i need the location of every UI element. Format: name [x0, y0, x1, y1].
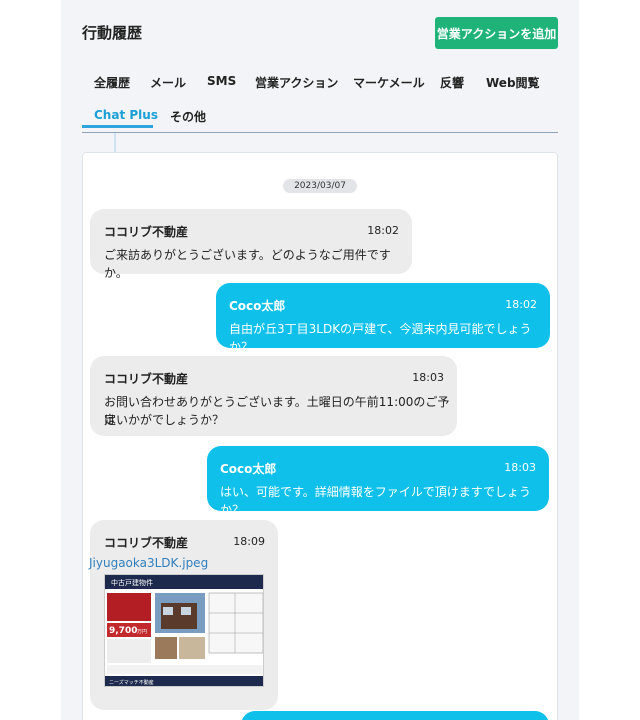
tab-response[interactable]: 反響: [440, 74, 464, 91]
add-sales-action-button[interactable]: 営業アクションを追加: [435, 17, 558, 49]
chat-message-incoming: ココリブ不動産 18:02 ご来訪ありがとうございます。どのようなご用件ですか。: [90, 209, 412, 280]
flyer-price: 9,700: [109, 626, 137, 636]
message-sender: ココリブ不動産: [104, 225, 189, 239]
activity-history-panel: 行動履歴 営業アクションを追加 全履歴 メール SMS 営業アクション マーケメ…: [61, 0, 579, 720]
tab-email[interactable]: メール: [150, 74, 186, 91]
chat-message-outgoing: Coco太郎 18:03 はい、可能です。詳細情報をファイルで頂けますでしょうか…: [207, 446, 549, 517]
message-sender: ココリブ不動産: [104, 372, 189, 386]
page-title: 行動履歴: [82, 24, 143, 42]
chat-message-outgoing: [241, 711, 549, 720]
flyer-heading: 中古戸建物件: [111, 578, 153, 587]
chat-message-incoming: ココリブ不動産 18:03 お問い合わせありがとうございます。土曜日の午前11:…: [90, 356, 457, 436]
tab-web-browsing[interactable]: Web閲覧: [486, 74, 540, 91]
attachment-file-link[interactable]: Jiyugaoka3LDK.jpeg: [89, 556, 208, 570]
date-separator: 2023/03/07: [283, 179, 357, 193]
message-text: はい、可能です。詳細情報をファイルで頂けますでしょうか？: [220, 485, 531, 517]
property-flyer-image[interactable]: 中古戸建物件 9,700 万円 ニーズマッチ不動産: [104, 574, 264, 687]
tab-sales-action[interactable]: 営業アクション: [255, 74, 338, 91]
message-time: 18:02: [505, 298, 537, 311]
message-text-line-2: はいかがでしょうか？: [104, 413, 225, 427]
message-sender: Coco太郎: [220, 462, 277, 476]
chat-message-outgoing: Coco太郎 18:02 自由が丘3丁目3LDKの戸建て、今週末内見可能でしょう…: [216, 283, 550, 354]
message-sender: Coco太郎: [229, 299, 286, 313]
tab-chat-plus[interactable]: Chat Plus: [94, 108, 158, 122]
tab-sms[interactable]: SMS: [207, 74, 236, 88]
flyer-company: ニーズマッチ不動産: [109, 679, 154, 686]
message-text: 自由が丘3丁目3LDKの戸建て、今週末内見可能でしょうか？: [229, 322, 532, 354]
active-tab-indicator: [82, 125, 153, 128]
flyer-price-unit: 万円: [137, 629, 147, 635]
message-sender: ココリブ不動産: [104, 536, 189, 550]
tab-all-history[interactable]: 全履歴: [94, 74, 130, 91]
tab-other[interactable]: その他: [170, 108, 206, 125]
message-time: 18:02: [367, 224, 399, 237]
message-text: ご来訪ありがとうございます。どのようなご用件ですか。: [104, 248, 391, 280]
message-time: 18:09: [233, 535, 265, 548]
message-time: 18:03: [412, 371, 444, 384]
tab-marketing-email[interactable]: マーケメール: [353, 74, 425, 91]
tab-connector: [114, 133, 116, 153]
tabs-divider: [82, 132, 558, 133]
message-time: 18:03: [504, 461, 536, 474]
